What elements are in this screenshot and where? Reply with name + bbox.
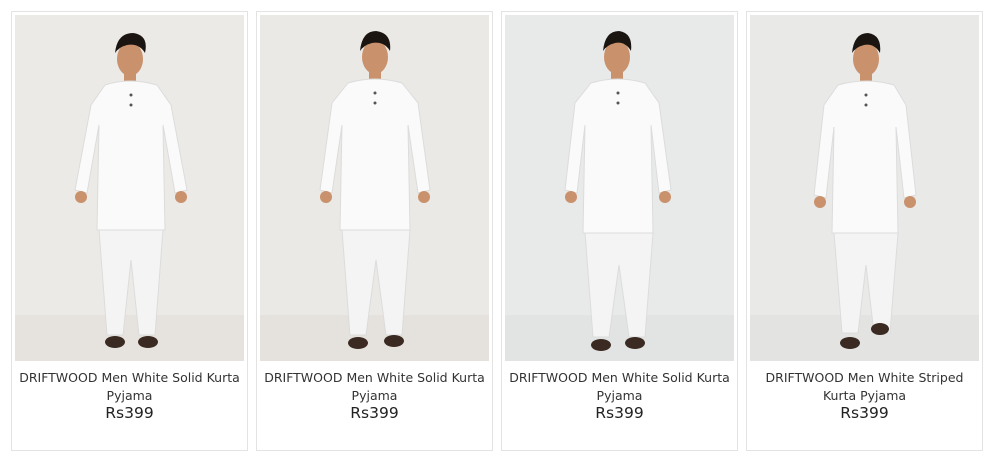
model-white-kurta-photo-icon bbox=[505, 15, 734, 361]
model-white-kurta-photo-icon bbox=[260, 15, 489, 361]
product-price: Rs399 bbox=[350, 404, 399, 422]
product-grid: DRIFTWOOD Men White Solid Kurta Pyjama R… bbox=[0, 0, 992, 451]
model-white-kurta-photo-icon bbox=[15, 15, 244, 361]
product-image[interactable] bbox=[15, 15, 244, 361]
product-name[interactable]: DRIFTWOOD Men White Solid Kurta Pyjama bbox=[261, 369, 488, 405]
product-name[interactable]: DRIFTWOOD Men White Solid Kurta Pyjama bbox=[506, 369, 733, 405]
product-price: Rs399 bbox=[105, 404, 154, 422]
product-price: Rs399 bbox=[595, 404, 644, 422]
product-name[interactable]: DRIFTWOOD Men White Striped Kurta Pyjama bbox=[751, 369, 978, 405]
product-card[interactable]: DRIFTWOOD Men White Solid Kurta Pyjama R… bbox=[11, 11, 248, 451]
product-card[interactable]: DRIFTWOOD Men White Solid Kurta Pyjama R… bbox=[501, 11, 738, 451]
product-card[interactable]: DRIFTWOOD Men White Striped Kurta Pyjama… bbox=[746, 11, 983, 451]
product-image[interactable] bbox=[260, 15, 489, 361]
product-name[interactable]: DRIFTWOOD Men White Solid Kurta Pyjama bbox=[16, 369, 243, 405]
product-price: Rs399 bbox=[840, 404, 889, 422]
product-image[interactable] bbox=[750, 15, 979, 361]
product-image[interactable] bbox=[505, 15, 734, 361]
model-white-kurta-photo-icon bbox=[750, 15, 979, 361]
product-card[interactable]: DRIFTWOOD Men White Solid Kurta Pyjama R… bbox=[256, 11, 493, 451]
